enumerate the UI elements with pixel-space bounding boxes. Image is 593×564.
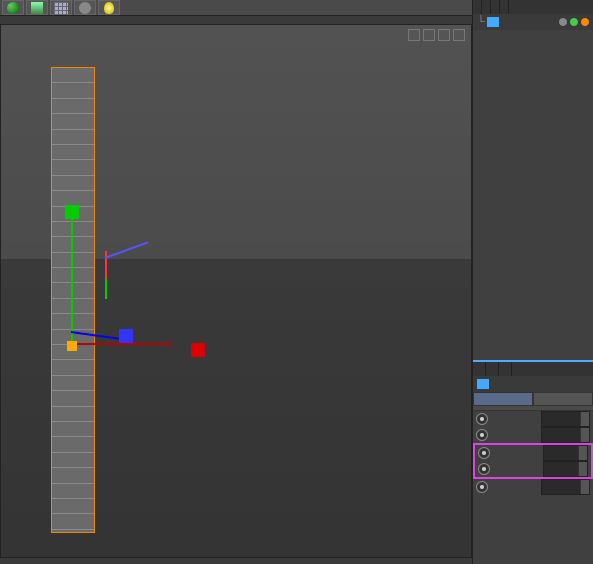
anim-toggle-hseg[interactable] (478, 463, 490, 475)
prop-row-height-segments (475, 461, 591, 477)
tree-toggle-icon[interactable]: └ (477, 16, 485, 28)
attr-tab-mode[interactable] (473, 362, 486, 376)
anim-toggle-wseg[interactable] (478, 447, 490, 459)
viewport-zoom-icon[interactable] (423, 29, 435, 41)
plane-object[interactable] (51, 67, 95, 533)
visibility-render-icon[interactable] (570, 18, 578, 26)
sub-tab-coord[interactable] (533, 392, 593, 406)
prop-row-height (473, 427, 593, 443)
attr-sub-tabs (473, 392, 593, 406)
viewport-pan-icon[interactable] (408, 29, 420, 41)
sub-tab-basic[interactable] (473, 392, 533, 406)
dropdown-icon[interactable] (580, 480, 589, 494)
om-tab-file[interactable] (473, 0, 482, 14)
prop-input-width[interactable] (541, 411, 590, 427)
attr-tabs (473, 362, 593, 376)
object-enable-icon[interactable] (581, 18, 589, 26)
tool-cube-icon[interactable] (26, 0, 48, 15)
om-tab-view[interactable] (491, 0, 500, 14)
prop-row-width (473, 411, 593, 427)
object-row-plane[interactable]: └ (473, 14, 593, 30)
prop-row-width-segments (475, 445, 591, 461)
right-panel: └ (472, 0, 593, 564)
om-tab-edit[interactable] (482, 0, 491, 14)
plane-icon (477, 379, 489, 389)
viewport-3d[interactable] (0, 24, 472, 558)
highlighted-segment-props (473, 443, 593, 479)
tool-grid-icon[interactable] (50, 0, 72, 15)
attribute-manager (473, 360, 593, 495)
prop-input-height[interactable] (541, 427, 590, 443)
viewport-rotate-icon[interactable] (438, 29, 450, 41)
prop-input-width-segments[interactable] (543, 445, 588, 461)
plane-icon (487, 17, 499, 27)
anim-toggle-height[interactable] (476, 429, 488, 441)
om-tab-object[interactable] (500, 0, 509, 14)
viewport-maximize-icon[interactable] (453, 29, 465, 41)
object-manager-tabs (473, 0, 593, 14)
attr-tab-userdata[interactable] (499, 362, 512, 376)
world-axes-icon (99, 251, 159, 301)
main-toolbar (0, 0, 472, 16)
anim-toggle-width[interactable] (476, 413, 488, 425)
spinner-icon[interactable] (578, 446, 587, 460)
tool-gear-icon[interactable] (74, 0, 96, 15)
spinner-icon[interactable] (580, 412, 589, 426)
anim-toggle-orient[interactable] (476, 481, 488, 493)
prop-input-height-segments[interactable] (543, 461, 588, 477)
prop-select-orientation[interactable] (541, 479, 590, 495)
spinner-icon[interactable] (578, 462, 587, 476)
tool-bulb-icon[interactable] (98, 0, 120, 15)
attr-tab-edit[interactable] (486, 362, 499, 376)
prop-row-orientation (473, 479, 593, 495)
visibility-editor-icon[interactable] (559, 18, 567, 26)
viewport-controls (408, 29, 465, 41)
spinner-icon[interactable] (580, 428, 589, 442)
attr-object-title (473, 376, 593, 392)
tool-sphere-icon[interactable] (2, 0, 24, 15)
